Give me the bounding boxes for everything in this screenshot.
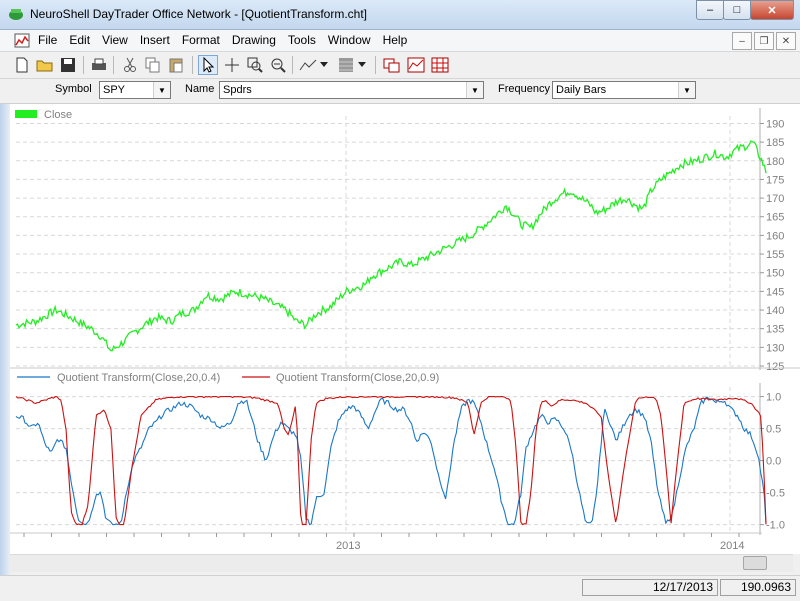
chart-svg[interactable]: 125 130 135 140 145 150 155 160 165 170 175 180 185 1… xyxy=(10,104,800,554)
doc-close-button[interactable]: ✕ xyxy=(776,32,796,50)
price-tick-label: 165 xyxy=(766,212,784,224)
price-tick-label: 190 xyxy=(766,118,784,130)
price-tick-label: 130 xyxy=(766,342,784,354)
osc-tick-label: -1.0 xyxy=(766,520,785,532)
price-tick-label: 155 xyxy=(766,249,784,261)
menu-tools[interactable]: Tools xyxy=(288,33,316,47)
zoom-in-icon[interactable] xyxy=(245,55,265,75)
status-value: 190.0963 xyxy=(720,579,796,596)
toolbar-separator xyxy=(375,56,376,74)
mdi-frame-edge xyxy=(0,104,10,575)
chevron-down-icon[interactable]: ▼ xyxy=(678,82,695,98)
menu-items: File Edit View Insert Format Drawing Tools Wind… xyxy=(38,33,419,47)
menu-file[interactable]: File xyxy=(38,33,57,47)
chart-area[interactable]: 125 130 135 140 145 150 155 160 165 170 175 180 185 1… xyxy=(10,104,800,554)
price-tick-label: 180 xyxy=(766,156,784,168)
x-tick-label: 2013 xyxy=(336,540,360,552)
grid-icon[interactable] xyxy=(430,55,450,75)
document-window-controls: – ❐ ✕ xyxy=(730,32,796,50)
frequency-label: Frequency xyxy=(498,83,550,95)
window-controls: – □ ✕ xyxy=(696,0,794,20)
frequency-value: Daily Bars xyxy=(556,84,607,96)
new-icon[interactable] xyxy=(12,55,32,75)
toolbar-separator xyxy=(192,56,193,74)
open-icon[interactable] xyxy=(35,55,55,75)
toolbar-separator xyxy=(292,56,293,74)
line-tool-icon[interactable] xyxy=(298,55,318,75)
toolbar-separator xyxy=(113,56,114,74)
osc-tick-label: -0.5 xyxy=(766,488,785,500)
scrollbar-thumb[interactable] xyxy=(743,556,767,570)
menu-help[interactable]: Help xyxy=(383,33,408,47)
copy-icon[interactable] xyxy=(143,55,163,75)
name-value: Spdrs xyxy=(223,84,252,96)
status-bar: 12/17/2013 190.0963 xyxy=(0,575,800,601)
close-button[interactable]: ✕ xyxy=(750,0,794,20)
toolbar-separator xyxy=(83,56,84,74)
chevron-down-icon[interactable]: ▼ xyxy=(153,82,170,98)
cut-icon[interactable] xyxy=(120,55,140,75)
qt2-legend-label: Quotient Transform(Close,20,0.9) xyxy=(276,372,439,384)
price-legend-swatch xyxy=(15,110,37,118)
osc-tick-label: 0.0 xyxy=(766,456,781,468)
price-tick-label: 145 xyxy=(766,286,784,298)
horizontal-scrollbar[interactable] xyxy=(10,554,793,572)
chart-window-icon[interactable] xyxy=(382,55,402,75)
price-tick-label: 135 xyxy=(766,324,784,336)
qt1-legend-label: Quotient Transform(Close,20,0.4) xyxy=(57,372,220,384)
menu-view[interactable]: View xyxy=(102,33,128,47)
osc-tick-label: 1.0 xyxy=(766,392,781,404)
symbol-combo[interactable]: SPY ▼ xyxy=(99,81,171,99)
price-tick-label: 150 xyxy=(766,268,784,280)
name-combo[interactable]: Spdrs ▼ xyxy=(219,81,484,99)
menu-edit[interactable]: Edit xyxy=(69,33,90,47)
pointer-icon[interactable] xyxy=(198,55,218,75)
save-icon[interactable] xyxy=(58,55,78,75)
chevron-down-icon[interactable] xyxy=(318,55,330,75)
window-title: NeuroShell DayTrader Office Network - [Q… xyxy=(30,7,368,21)
name-label: Name xyxy=(185,83,215,95)
doc-minimize-button[interactable]: – xyxy=(732,32,752,50)
menu-drawing[interactable]: Drawing xyxy=(232,33,276,47)
price-tick-label: 175 xyxy=(766,174,784,186)
crosshair-icon[interactable] xyxy=(222,55,242,75)
menu-insert[interactable]: Insert xyxy=(140,33,170,47)
symbol-label: Symbol xyxy=(55,83,92,95)
zoom-out-icon[interactable] xyxy=(268,55,288,75)
print-icon[interactable] xyxy=(89,55,109,75)
symbol-value: SPY xyxy=(103,84,126,96)
fill-pattern-icon[interactable] xyxy=(336,55,356,75)
price-tick-label: 170 xyxy=(766,193,784,205)
status-date: 12/17/2013 xyxy=(582,579,718,596)
chevron-down-icon[interactable] xyxy=(356,55,368,75)
price-tick-label: 160 xyxy=(766,230,784,242)
title-bar[interactable]: NeuroShell DayTrader Office Network - [Q… xyxy=(0,0,800,30)
indicator-icon[interactable] xyxy=(406,55,426,75)
doc-restore-button[interactable]: ❐ xyxy=(754,32,774,50)
menu-bar: File Edit View Insert Format Drawing Tools Wind… xyxy=(0,30,800,52)
document-icon[interactable] xyxy=(14,33,30,48)
paste-icon[interactable] xyxy=(166,55,186,75)
chevron-down-icon[interactable]: ▼ xyxy=(466,82,483,98)
app-icon xyxy=(9,9,23,20)
minimize-button[interactable]: – xyxy=(696,0,724,20)
symbol-selector-bar: Symbol SPY ▼ Name Spdrs ▼ Frequency Dail… xyxy=(0,79,800,104)
price-tick-label: 140 xyxy=(766,305,784,317)
frequency-combo[interactable]: Daily Bars ▼ xyxy=(552,81,696,99)
price-tick-label: 125 xyxy=(766,361,784,373)
menu-format[interactable]: Format xyxy=(182,33,220,47)
price-legend-label: Close xyxy=(44,109,72,121)
app-window: NeuroShell DayTrader Office Network - [Q… xyxy=(0,0,800,601)
toolbar xyxy=(0,52,800,79)
price-tick-label: 185 xyxy=(766,137,784,149)
maximize-button[interactable]: □ xyxy=(723,0,751,20)
osc-tick-label: 0.5 xyxy=(766,424,781,436)
x-tick-label: 2014 xyxy=(720,540,744,552)
menu-window[interactable]: Window xyxy=(328,33,371,47)
